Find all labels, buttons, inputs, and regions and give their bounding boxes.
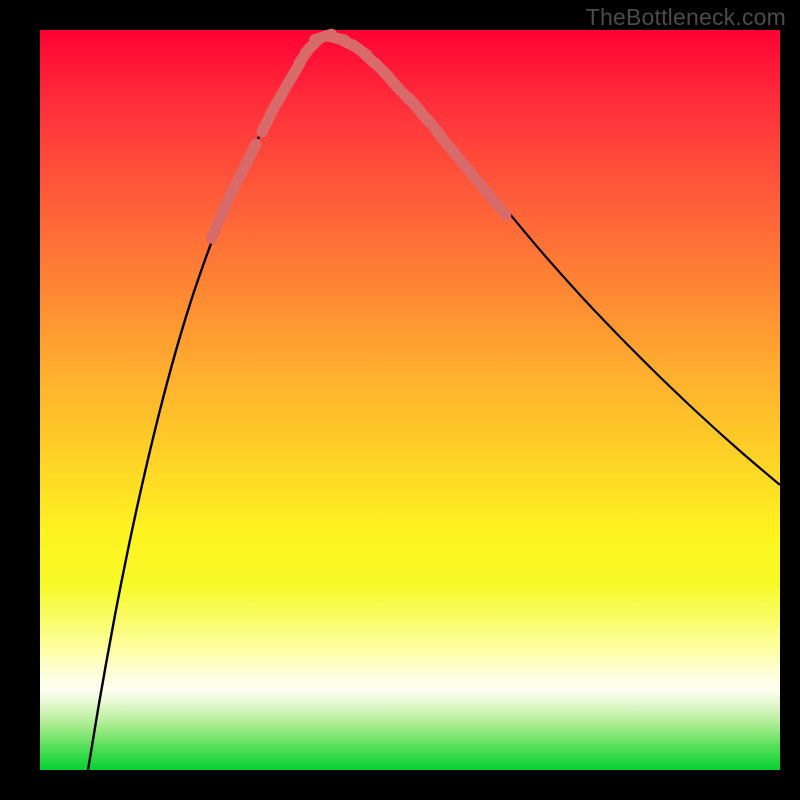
- chart-svg: [40, 30, 780, 770]
- plot-area: [40, 30, 780, 770]
- data-marker: [248, 144, 256, 160]
- data-markers: [211, 34, 505, 238]
- data-marker: [494, 201, 506, 215]
- outer-frame: TheBottleneck.com: [0, 0, 800, 800]
- curve-left-branch: [88, 37, 320, 770]
- data-marker: [450, 148, 461, 162]
- watermark-text: TheBottleneck.com: [586, 4, 786, 31]
- curve-right-branch: [320, 37, 780, 485]
- data-marker: [436, 131, 447, 145]
